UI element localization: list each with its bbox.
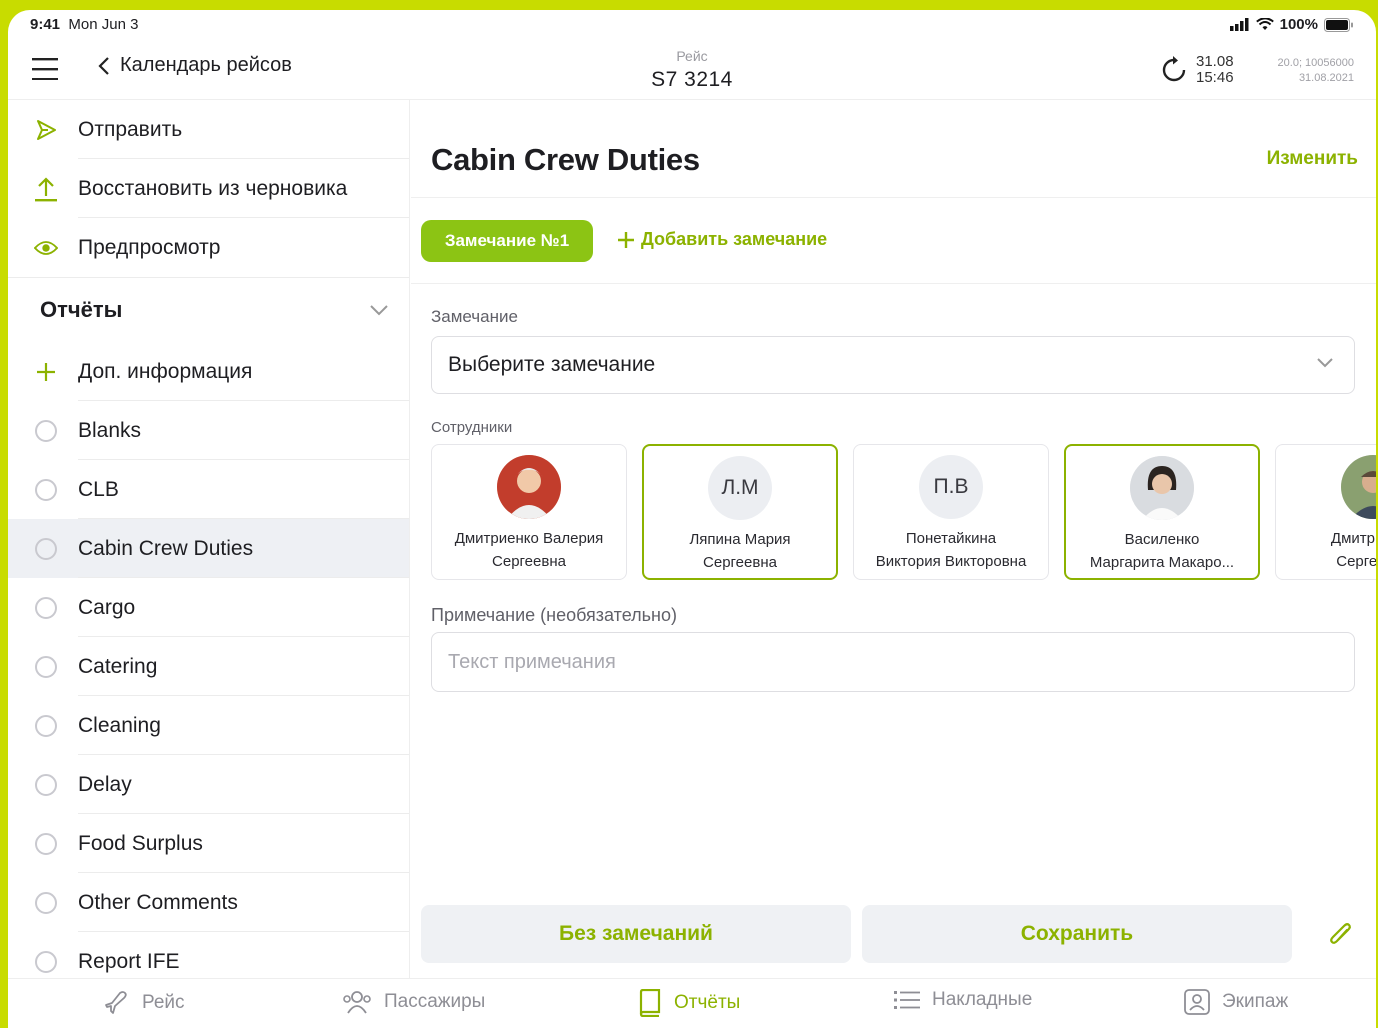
remark-label: Замечание (431, 307, 518, 326)
tab-crew[interactable]: Экипаж (1184, 989, 1288, 1015)
sidebar-item-report[interactable]: CLB (8, 460, 409, 519)
chevron-down-icon (1317, 358, 1333, 368)
sidebar-action-preview[interactable]: Предпросмотр (8, 218, 409, 277)
tab-reports[interactable]: Отчёты (638, 989, 740, 1017)
radio-icon (35, 950, 57, 973)
note-placeholder: Текст примечания (448, 650, 616, 673)
sync-date: 31.08 (1196, 53, 1234, 70)
employee-card[interactable]: Дмитриенко Валерия Сергеевна (431, 444, 627, 580)
sidebar-item-add-info[interactable]: Доп. информация (8, 342, 409, 401)
tab-bar: Рейс Пассажиры Отчёты Накладные Экипаж (8, 978, 1376, 1028)
version-info: 20.0; 10056000 31.08.2021 (1277, 57, 1354, 84)
send-icon (34, 118, 58, 142)
signal-icon (1229, 18, 1249, 31)
tab-flight[interactable]: Рейс (102, 989, 185, 1017)
radio-icon (35, 773, 57, 796)
sidebar-item-report[interactable]: Delay (8, 755, 409, 814)
employee-card[interactable]: ДмитриенкоСергеевич (1275, 444, 1376, 580)
sidebar-action-restore[interactable]: Восстановить из черновика (8, 159, 409, 218)
radio-icon (35, 478, 57, 501)
no-remarks-button[interactable]: Без замечаний (421, 905, 851, 963)
editor-header: Cabin Crew Duties Изменить (411, 100, 1376, 198)
avatar (1130, 456, 1194, 520)
sidebar-item-report[interactable]: Food Surplus (8, 814, 409, 873)
upload-icon (34, 176, 58, 201)
back-label: Календарь рейсов (120, 54, 292, 76)
avatar (1341, 455, 1376, 519)
attach-button[interactable] (1327, 920, 1353, 953)
avatar-initials: Л.М (708, 456, 772, 520)
radio-icon (35, 832, 57, 855)
add-remark-button[interactable]: Добавить замечание (617, 229, 827, 250)
status-time: 9:41 (30, 16, 61, 33)
edit-button[interactable]: Изменить (1267, 148, 1358, 170)
refresh-icon (1162, 56, 1186, 82)
crew-icon (1184, 989, 1210, 1015)
employee-cards: Дмитриенко Валерия Сергеевна Л.М Ляпина М… (431, 444, 1376, 582)
wifi-icon (1255, 18, 1274, 30)
remark-tabs: Замечание №1 Добавить замечание (411, 198, 1376, 284)
report-editor: Cabin Crew Duties Изменить Замечание №1 … (411, 100, 1376, 978)
sidebar: Отправить Восстановить из черновика Пред… (8, 100, 410, 978)
sidebar-item-report[interactable]: Blanks (8, 401, 409, 460)
radio-icon (35, 596, 57, 619)
menu-button[interactable] (32, 58, 58, 81)
navigation-bar: Календарь рейсов Рейс S7 3214 31.08 15:4… (8, 40, 1376, 100)
sync-button[interactable]: 31.08 15:46 (1160, 54, 1234, 86)
plus-icon (34, 360, 58, 384)
employee-card-selected[interactable]: Л.М Ляпина Мария Сергеевна (642, 444, 838, 580)
sync-time: 15:46 (1196, 69, 1234, 86)
plane-icon (105, 991, 127, 1014)
reports-section-header[interactable]: Отчёты (8, 278, 409, 342)
save-button[interactable]: Сохранить (862, 905, 1292, 963)
back-button[interactable]: Календарь рейсов (98, 54, 292, 77)
employee-card[interactable]: П.В Понетайкина Виктория Викторовна (853, 444, 1049, 580)
chevron-down-icon (370, 305, 388, 316)
paperclip-icon (1330, 923, 1351, 944)
tab-invoices[interactable]: Накладные (894, 989, 1032, 1011)
radio-icon (35, 655, 57, 678)
remark-select[interactable]: Выберите замечание (431, 336, 1355, 394)
plus-icon (618, 231, 634, 248)
sidebar-item-report[interactable]: Report IFE (8, 932, 409, 978)
status-bar: 9:41 Mon Jun 3 100% (8, 10, 1376, 40)
note-input[interactable]: Текст примечания (431, 632, 1355, 692)
list-icon (894, 991, 920, 1009)
radio-icon (35, 419, 57, 442)
avatar-initials: П.В (919, 455, 983, 519)
tab-passengers[interactable]: Пассажиры (342, 989, 485, 1015)
hamburger-icon (32, 58, 58, 81)
note-label: Примечание (необязательно) (431, 605, 677, 625)
sidebar-item-report[interactable]: Cleaning (8, 696, 409, 755)
book-icon (639, 989, 661, 1017)
sidebar-item-report[interactable]: Cargo (8, 578, 409, 637)
radio-icon (35, 537, 57, 560)
battery-icon (1324, 17, 1353, 32)
sidebar-item-report[interactable]: Catering (8, 637, 409, 696)
eye-icon (34, 236, 58, 260)
sidebar-item-report-active[interactable]: Cabin Crew Duties (8, 519, 409, 578)
radio-icon (35, 891, 57, 914)
employee-card-selected[interactable]: Василенко Маргарита Макаро... (1064, 444, 1260, 580)
passengers-icon (343, 991, 371, 1014)
radio-icon (35, 714, 57, 737)
ipad-screen: 9:41 Mon Jun 3 100% Календарь рейсов Рей… (8, 10, 1376, 1028)
sidebar-item-report[interactable]: Other Comments (8, 873, 409, 932)
page-title: Cabin Crew Duties (431, 142, 700, 177)
sidebar-action-send[interactable]: Отправить (8, 100, 409, 159)
tab-remark-1[interactable]: Замечание №1 (421, 220, 593, 262)
battery-percent: 100% (1279, 16, 1318, 33)
avatar (497, 455, 561, 519)
remark-select-value: Выберите замечание (448, 353, 656, 376)
reports-section-title: Отчёты (40, 297, 123, 322)
employees-label: Сотрудники (431, 419, 513, 436)
chevron-left-icon (98, 56, 109, 75)
status-date: Mon Jun 3 (68, 16, 139, 33)
